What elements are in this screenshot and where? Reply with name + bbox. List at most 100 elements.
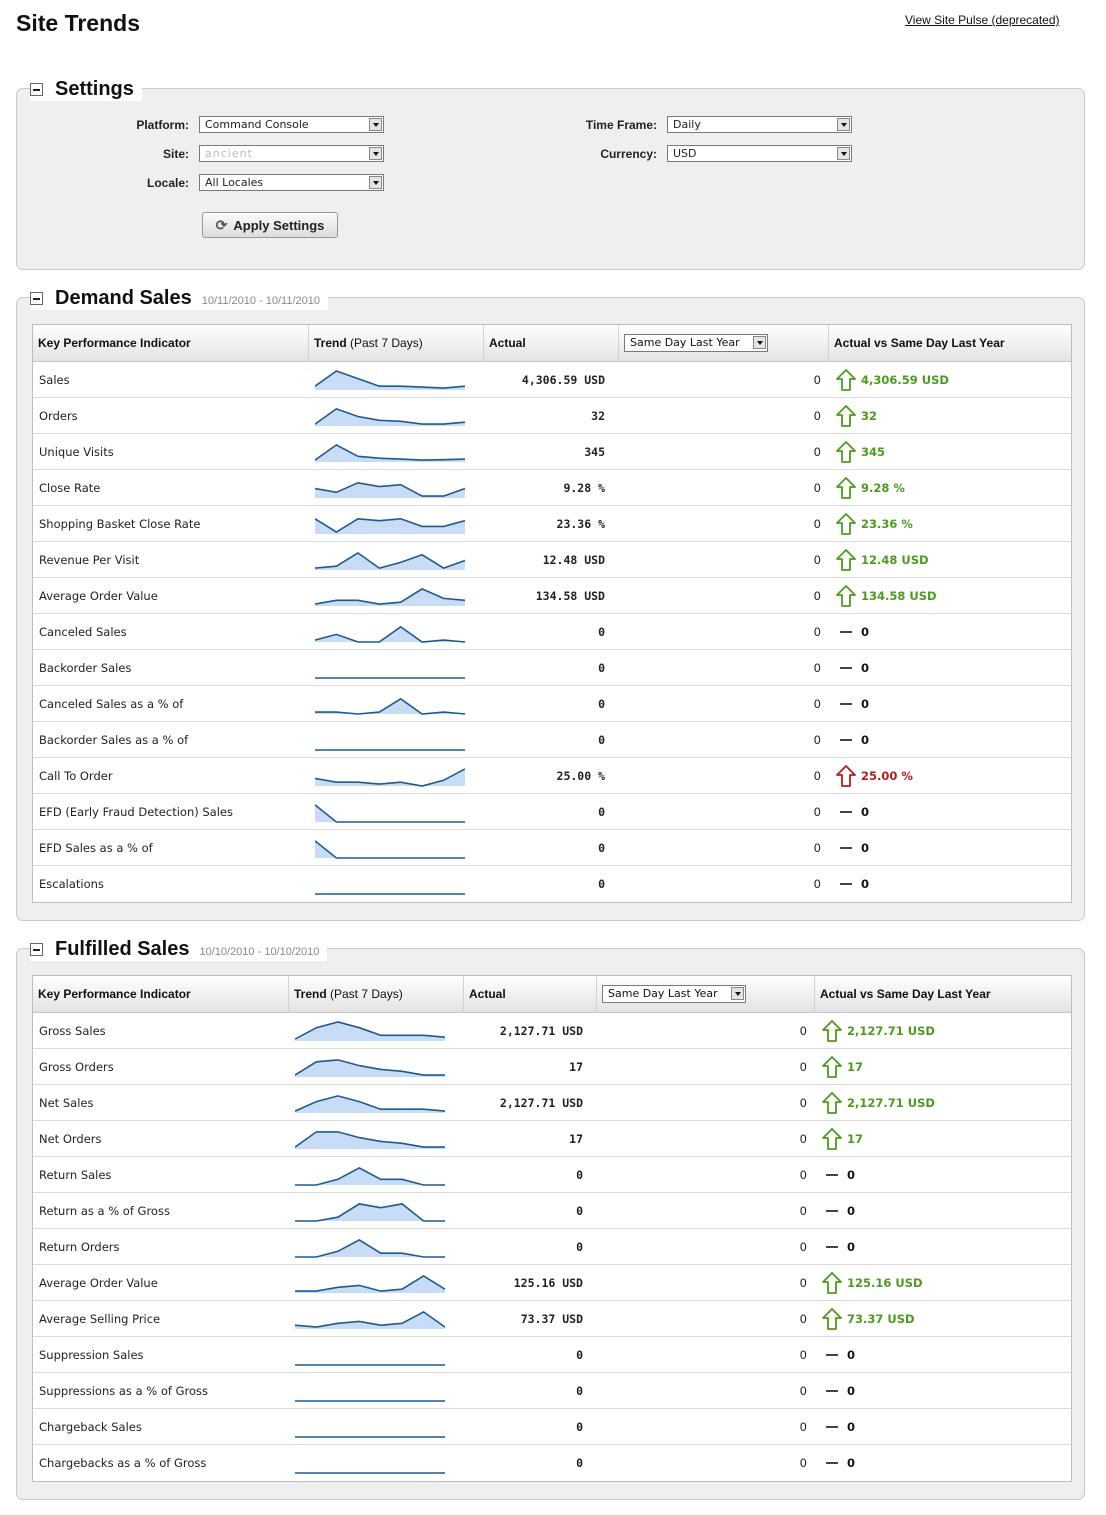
kpi-name: Average Order Value (39, 588, 158, 603)
settings-title: Settings (55, 78, 134, 100)
kpi-name: Revenue Per Visit (39, 552, 140, 567)
dash-icon (826, 1462, 838, 1464)
trend-sparkline (315, 369, 465, 390)
table-row: Shopping Basket Close Rate 23.36 % 0 23.36 … (33, 506, 1071, 542)
table-row: Return Sales 0 0 0 (33, 1157, 1071, 1193)
kpi-delta: 0 (815, 1416, 1071, 1438)
kpi-last-year: 0 (813, 732, 821, 747)
kpi-delta-value: 12.48 USD (861, 552, 929, 567)
arrow-up-icon (836, 584, 856, 607)
kpi-actual: 0 (576, 1167, 583, 1182)
kpi-delta: 17 (815, 1127, 1071, 1150)
kpi-delta-value: 17 (847, 1131, 864, 1146)
kpi-delta: 25.00 % (829, 764, 1071, 787)
kpi-name: Gross Orders (39, 1059, 114, 1074)
compare-period-value: Same Day Last Year (608, 987, 718, 1000)
refresh-icon: ⟳ (215, 216, 228, 233)
arrow-up-icon (836, 548, 856, 571)
compare-period-value: Same Day Last Year (630, 336, 740, 349)
demand-collapse-icon[interactable] (30, 292, 43, 305)
trend-indicator (821, 1019, 843, 1042)
table-row: Return Orders 0 0 0 (33, 1229, 1071, 1265)
kpi-last-year: 0 (813, 444, 821, 459)
dash-icon (826, 1209, 838, 1212)
trend-sparkline (315, 676, 465, 679)
view-site-pulse-link[interactable]: View Site Pulse (deprecated) (905, 13, 1060, 27)
chevron-down-icon (837, 118, 850, 131)
kpi-delta: 345 (829, 440, 1071, 463)
demand-kpi-table: Key Performance Indicator Trend (Past 7 D… (32, 324, 1072, 903)
trend-indicator (835, 404, 857, 427)
arrow-up-icon (836, 512, 856, 535)
timeframe-select[interactable]: Daily (667, 116, 852, 133)
kpi-trend (309, 476, 484, 500)
arrow-up-icon (836, 368, 856, 391)
fulfilled-kpi-table: Key Performance Indicator Trend (Past 7 D… (32, 975, 1072, 1482)
dash-icon (821, 1416, 843, 1438)
kpi-delta: 134.58 USD (829, 584, 1071, 607)
kpi-trend (309, 836, 484, 860)
trend-sparkline (315, 443, 465, 462)
header-compare: Same Day Last Year (619, 325, 829, 361)
dash-icon (826, 1173, 838, 1176)
trend-sparkline (315, 803, 465, 823)
header-actual: Actual (484, 325, 619, 361)
currency-select-value: USD (673, 147, 697, 160)
kpi-trend (309, 764, 484, 788)
kpi-delta-value: 4,306.59 USD (861, 372, 949, 387)
kpi-trend (289, 1091, 464, 1115)
kpi-actual: 0 (576, 1419, 583, 1434)
kpi-delta: 0 (815, 1164, 1071, 1186)
kpi-delta-value: 134.58 USD (861, 588, 937, 603)
trend-sparkline (315, 551, 465, 570)
compare-period-select[interactable]: Same Day Last Year (624, 334, 768, 352)
trend-indicator (835, 764, 857, 787)
sparkline-area (315, 840, 465, 858)
arrow-up-icon (836, 440, 856, 463)
platform-select[interactable]: Command Console (199, 116, 384, 133)
table-row: Backorder Sales as a % of 0 0 0 (33, 722, 1071, 758)
kpi-trend (309, 620, 484, 644)
header-kpi: Key Performance Indicator (33, 325, 309, 361)
dash-icon (826, 1425, 838, 1428)
kpi-actual: 0 (576, 1203, 583, 1218)
fulfilled-collapse-icon[interactable] (30, 943, 43, 956)
fulfilled-sales-header: Fulfilled Sales 10/10/2010 - 10/10/2010 (30, 938, 328, 961)
kpi-delta-value: 0 (861, 732, 870, 747)
settings-collapse-icon[interactable] (30, 83, 43, 96)
arrow-up-icon (836, 476, 856, 499)
kpi-actual: 2,127.71 USD (499, 1023, 583, 1038)
kpi-name: Suppressions as a % of Gross (39, 1383, 209, 1398)
page-title: Site Trends (16, 10, 140, 36)
compare-period-select[interactable]: Same Day Last Year (602, 985, 746, 1003)
arrow-up-icon (822, 1019, 842, 1042)
kpi-actual: 23.36 % (556, 516, 605, 531)
dash-icon (821, 1164, 843, 1186)
site-label: Site: (162, 146, 189, 161)
kpi-last-year: 0 (799, 1095, 807, 1110)
currency-select[interactable]: USD (667, 145, 852, 162)
kpi-delta-value: 0 (861, 696, 870, 711)
kpi-actual: 0 (576, 1239, 583, 1254)
site-select[interactable]: ancient (199, 145, 384, 162)
dash-icon (840, 702, 852, 705)
currency-label: Currency: (600, 146, 657, 161)
kpi-delta-value: 2,127.71 USD (847, 1023, 935, 1038)
kpi-trend (309, 548, 484, 572)
kpi-delta-value: 0 (861, 840, 870, 855)
table-row: Escalations 0 0 0 (33, 866, 1071, 902)
arrow-up-icon (836, 764, 856, 787)
kpi-actual: 4,306.59 USD (521, 372, 605, 387)
kpi-delta-value: 345 (861, 444, 886, 459)
kpi-actual: 9.28 % (563, 480, 605, 495)
arrow-up-icon (822, 1127, 842, 1150)
table-row: Call To Order 25.00 % 0 25.00 % (33, 758, 1071, 794)
dash-icon (840, 810, 852, 813)
table-row: Canceled Sales as a % of 0 0 0 (33, 686, 1071, 722)
apply-settings-button[interactable]: ⟳ Apply Settings (202, 212, 338, 238)
sparkline-area (315, 370, 465, 390)
kpi-delta-value: 0 (847, 1239, 856, 1254)
locale-select[interactable]: All Locales (199, 174, 384, 191)
kpi-delta: 0 (829, 801, 1071, 823)
sparkline-line (315, 839, 465, 859)
